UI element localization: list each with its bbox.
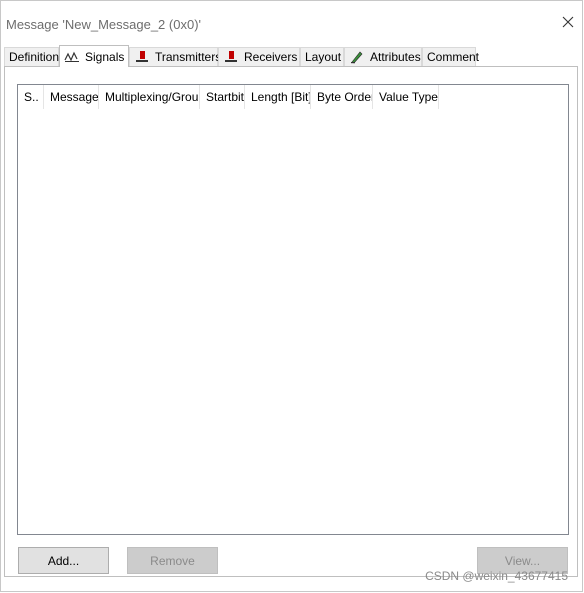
tab-label: Layout [305, 50, 342, 64]
tab-label: Receivers [244, 50, 298, 64]
column-header-byte-order[interactable]: Byte Order [311, 85, 373, 109]
tab-signals[interactable]: Signals [59, 45, 129, 67]
watermark: CSDN @weixin_43677415 [425, 569, 568, 583]
add-button[interactable]: Add... [18, 547, 109, 574]
transmitter-icon [134, 50, 150, 64]
column-header-value-type[interactable]: Value Type [373, 85, 439, 109]
remove-button[interactable]: Remove [127, 547, 218, 574]
tab-attributes[interactable]: Attributes [344, 47, 422, 66]
tab-definition[interactable]: Definition [4, 47, 59, 66]
message-dialog: Message 'New_Message_2 (0x0)' Definition… [0, 0, 583, 592]
tab-layout[interactable]: Layout [300, 47, 344, 66]
signals-list[interactable]: S.. Message Multiplexing/Group Startbit … [17, 84, 569, 535]
tab-label: Comment [427, 50, 480, 64]
column-header-length[interactable]: Length [Bit] [245, 85, 311, 109]
title-bar: Message 'New_Message_2 (0x0)' [1, 1, 582, 41]
tab-strip: Definition Signals Transmitters Receiver… [4, 45, 578, 67]
tab-comment[interactable]: Comment [422, 47, 480, 66]
tab-transmitters[interactable]: Transmitters [129, 47, 222, 66]
close-icon [562, 16, 574, 31]
receiver-icon [223, 50, 239, 64]
tab-label: Signals [85, 49, 125, 64]
signal-wave-icon [64, 50, 80, 64]
column-header-message[interactable]: Message [44, 85, 99, 109]
attributes-pen-icon [349, 50, 365, 64]
close-button[interactable] [558, 13, 578, 33]
signals-tab-panel: S.. Message Multiplexing/Group Startbit … [4, 66, 578, 577]
tab-label: Definition [9, 50, 60, 64]
tab-label: Transmitters [155, 50, 222, 64]
column-header-multiplexing[interactable]: Multiplexing/Group [99, 85, 200, 109]
column-header-startbit[interactable]: Startbit [200, 85, 245, 109]
tab-receivers[interactable]: Receivers [218, 47, 300, 66]
column-header-signal[interactable]: S.. [18, 85, 44, 109]
list-header: S.. Message Multiplexing/Group Startbit … [18, 85, 568, 109]
tab-label: Attributes [370, 50, 421, 64]
window-title: Message 'New_Message_2 (0x0)' [6, 17, 201, 32]
